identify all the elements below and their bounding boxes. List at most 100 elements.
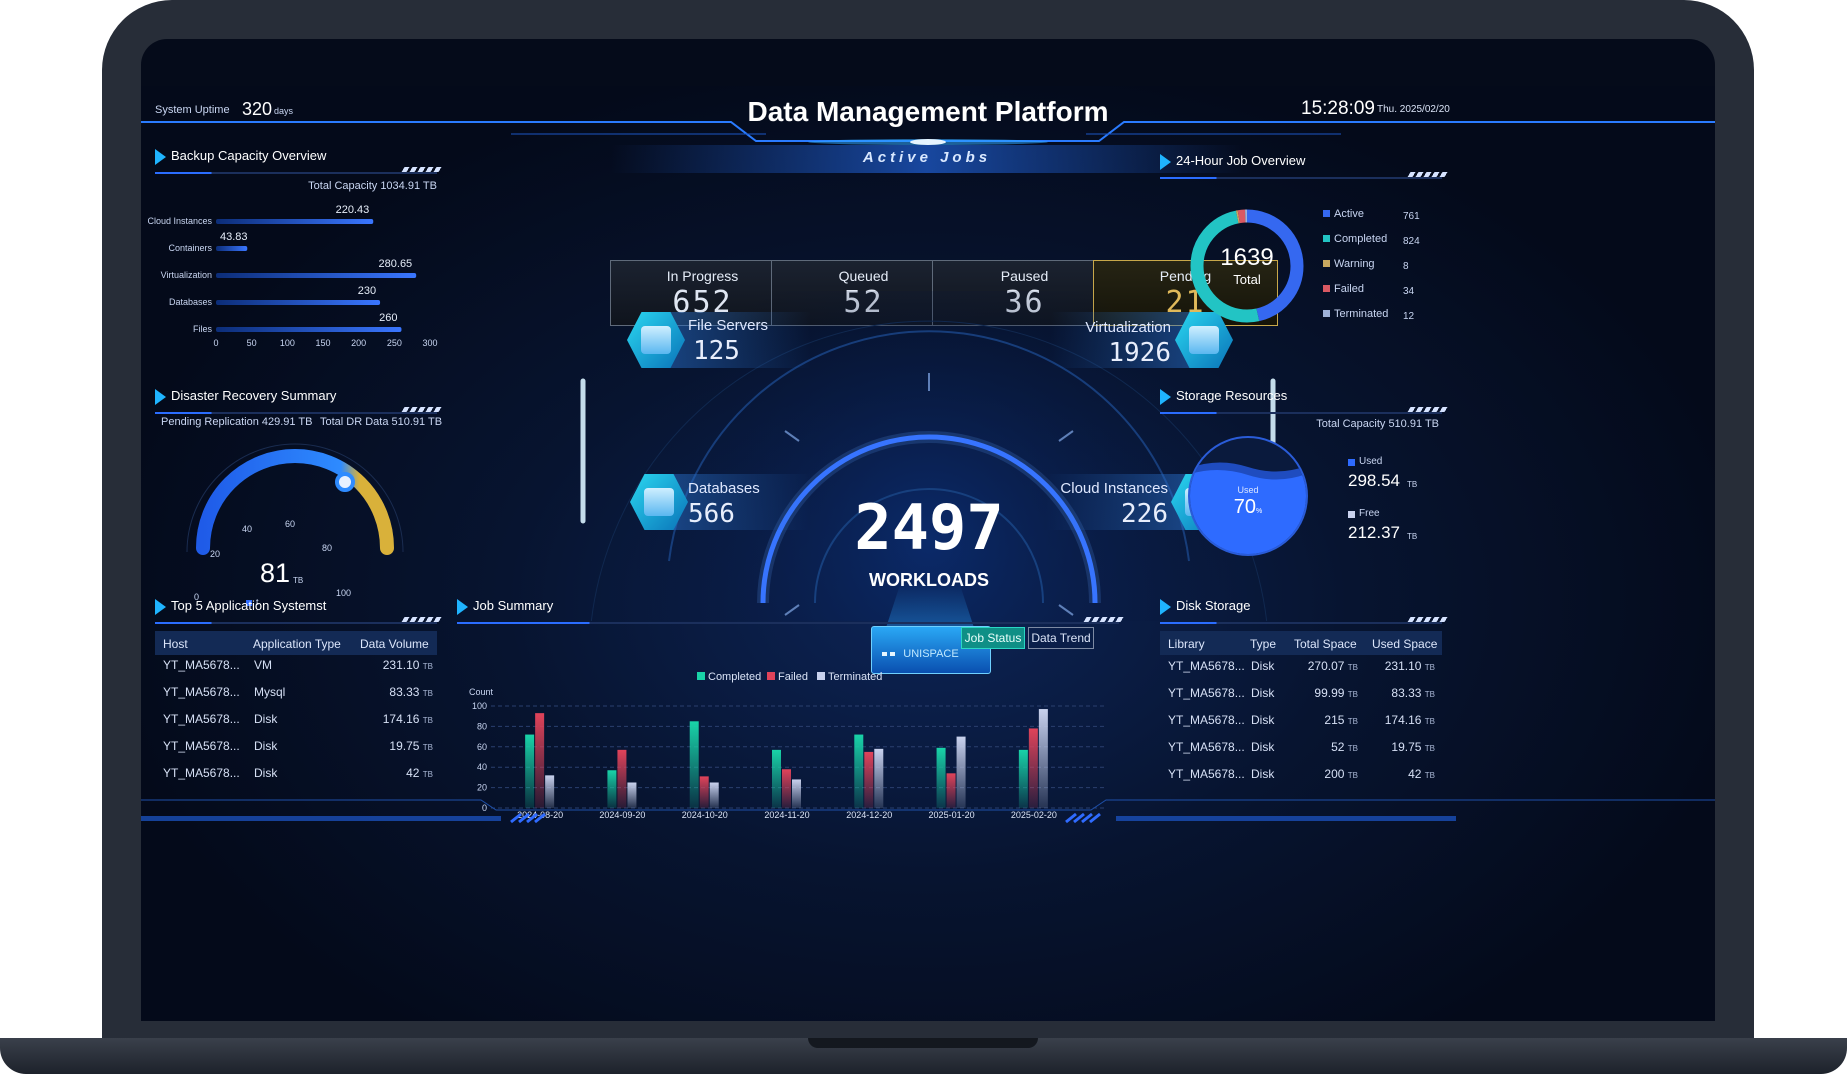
legend-value: 8 xyxy=(1403,261,1409,272)
section-underline xyxy=(1160,412,1442,414)
backup-title: Backup Capacity Overview xyxy=(171,148,327,163)
section-underline xyxy=(1160,177,1442,179)
section-deco xyxy=(1083,617,1125,622)
table-row[interactable]: YT_MA5678... Disk 200 TB 42 TB xyxy=(1168,767,1438,787)
cell-unit: TB xyxy=(422,689,433,698)
col-type: Type xyxy=(1250,637,1277,651)
col-host: Host xyxy=(163,637,188,651)
bar xyxy=(689,721,699,808)
cell-used: 83.33 TB xyxy=(1391,686,1435,700)
section-deco xyxy=(1407,617,1449,622)
cell-host: YT_MA5678... xyxy=(163,739,240,753)
bar-value-label: 230 xyxy=(358,285,376,297)
legend-swatch xyxy=(697,672,705,680)
cell-library: YT_MA5678... xyxy=(1168,713,1245,727)
legend-label: Terminated xyxy=(828,671,882,683)
table-row[interactable]: YT_MA5678... Disk 19.75 TB xyxy=(163,739,433,759)
category-label: Databases xyxy=(169,297,213,307)
legend-item: Warning 8 xyxy=(1323,258,1443,276)
cell-unit: TB xyxy=(1424,690,1435,699)
section-underline xyxy=(155,172,437,174)
cell-unit: TB xyxy=(422,770,433,779)
cell-unit: TB xyxy=(1347,717,1358,726)
legend-swatch xyxy=(1323,210,1330,217)
legend-value: 761 xyxy=(1403,211,1420,222)
section-deco xyxy=(1407,172,1449,177)
cell-volume: 174.16 xyxy=(382,712,420,726)
y-tick-label: 40 xyxy=(477,762,487,772)
legend-item: Terminated 12 xyxy=(1323,308,1443,326)
table-row[interactable]: YT_MA5678... Disk 174.16 TB xyxy=(163,712,433,732)
cell-type: Disk xyxy=(1251,713,1275,727)
table-row[interactable]: YT_MA5678... Mysql 83.33 TB xyxy=(163,685,433,705)
legend-item: Failed 34 xyxy=(1323,283,1443,301)
cell-total: 99.99 TB xyxy=(1314,686,1358,700)
col-used-space: Used Space xyxy=(1372,637,1438,651)
legend-label: Active xyxy=(1334,208,1364,220)
gauge-tick: 80 xyxy=(322,543,333,553)
x-tick-label: 0 xyxy=(213,338,218,348)
table-row[interactable]: YT_MA5678... VM 231.10 TB xyxy=(163,658,433,678)
service-value-virtualization: 1926 xyxy=(1108,338,1171,368)
legend-item: Active 761 xyxy=(1323,208,1443,226)
section-deco xyxy=(401,407,443,412)
table-row[interactable]: YT_MA5678... Disk 270.07 TB 231.10 TB xyxy=(1168,659,1438,679)
active-jobs-title: Active Jobs xyxy=(862,149,992,166)
cell-total: 200 TB xyxy=(1324,767,1358,781)
legend-used: Used xyxy=(1359,456,1383,467)
apps-table-header: Host Application Type Data Volume xyxy=(155,631,437,655)
job-summary-title: Job Summary xyxy=(473,598,554,613)
cell-type: Mysql xyxy=(254,685,286,699)
table-row[interactable]: YT_MA5678... Disk 52 TB 19.75 TB xyxy=(1168,740,1438,760)
disk-title: Disk Storage xyxy=(1176,598,1251,613)
cell-unit: TB xyxy=(422,743,433,752)
section-deco xyxy=(401,617,443,622)
section-deco xyxy=(1407,407,1449,412)
section-arrow-icon xyxy=(457,599,468,615)
legend-label: Failed xyxy=(778,671,808,683)
category-label: Virtualization xyxy=(161,270,212,280)
cell-volume: 42 xyxy=(406,766,420,780)
gauge-tick: 100 xyxy=(336,588,352,598)
section-underline xyxy=(155,622,437,624)
col-library: Library xyxy=(1168,637,1205,651)
cell-volume: 19.75 xyxy=(389,739,420,753)
legend-swatch xyxy=(1348,459,1355,466)
section-arrow-icon xyxy=(155,149,166,165)
legend-value: 12 xyxy=(1403,311,1415,322)
col-app-type: Application Type xyxy=(253,637,341,651)
service-label-cloud-instances: Cloud Instances xyxy=(1060,480,1168,497)
table-row[interactable]: YT_MA5678... Disk 215 TB 174.16 TB xyxy=(1168,713,1438,733)
section-arrow-icon xyxy=(1160,599,1171,615)
section-arrow-icon xyxy=(1160,389,1171,405)
service-label-databases: Databases xyxy=(688,480,760,497)
uptime-value: 320 xyxy=(242,99,273,119)
percent-sign: % xyxy=(1256,508,1263,515)
cell-used: 174.16 TB xyxy=(1384,713,1435,727)
legend-label: Completed xyxy=(708,671,761,683)
table-row[interactable]: YT_MA5678... Disk 42 TB xyxy=(163,766,433,786)
cell-type: VM xyxy=(254,658,272,672)
workloads-total: 2497 xyxy=(854,491,1004,564)
service-value-databases: 566 xyxy=(688,499,735,529)
liquid-percent: 70% xyxy=(1187,496,1309,519)
cell-unit: TB xyxy=(1424,663,1435,672)
cell-library: YT_MA5678... xyxy=(1168,659,1245,673)
section-arrow-icon xyxy=(155,599,166,615)
x-tick-label: 150 xyxy=(315,338,330,348)
storage-title: Storage Resources xyxy=(1176,388,1288,403)
cell-host: YT_MA5678... xyxy=(163,766,240,780)
legend-swatch xyxy=(817,672,825,680)
storage-total: Total Capacity 510.91 TB xyxy=(1316,418,1439,430)
table-row[interactable]: YT_MA5678... Disk 99.99 TB 83.33 TB xyxy=(1168,686,1438,706)
section-underline xyxy=(1160,622,1442,624)
page-title: Data Management Platform xyxy=(747,96,1109,127)
cell-total: 52 TB xyxy=(1331,740,1358,754)
dr-total: Total DR Data 510.91 TB xyxy=(320,416,443,428)
legend-label: Terminated xyxy=(1334,308,1389,320)
service-value-cloud-instances: 226 xyxy=(1121,499,1168,529)
x-tick-label: 250 xyxy=(387,338,402,348)
cell-type: Disk xyxy=(254,766,278,780)
col-total-space: Total Space xyxy=(1294,637,1357,651)
x-tick-label: 200 xyxy=(351,338,366,348)
